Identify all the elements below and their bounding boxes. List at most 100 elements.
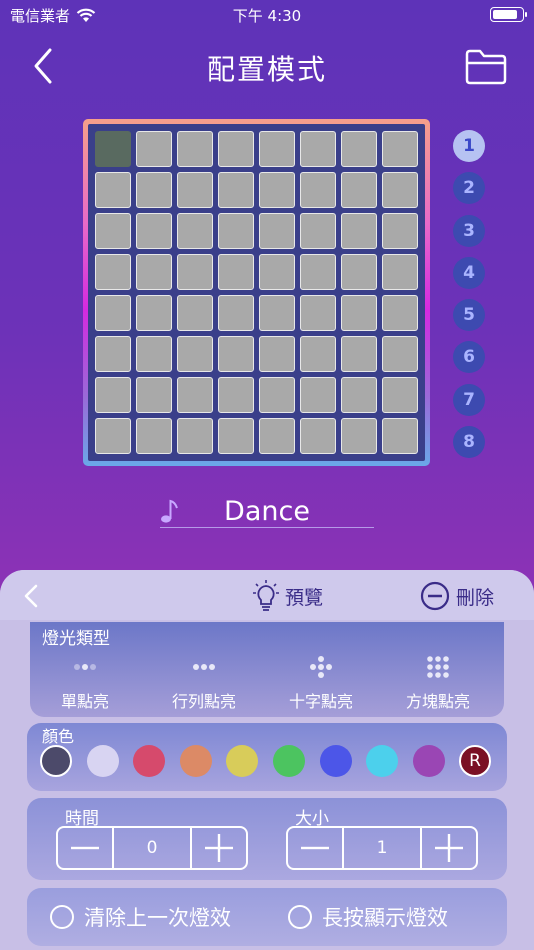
type-cross[interactable]: 十字點亮 (271, 652, 371, 712)
led-cell[interactable] (382, 295, 418, 331)
led-cell[interactable] (95, 418, 131, 454)
random-color-button[interactable]: R (459, 745, 491, 777)
color-title: 顏色 (42, 727, 75, 746)
led-cell[interactable] (177, 254, 213, 290)
page-button-3[interactable]: 3 (453, 214, 485, 247)
led-cell[interactable] (300, 377, 336, 413)
page-button-8[interactable]: 8 (453, 426, 485, 459)
clear-last-option[interactable]: 清除上一次燈效 (50, 902, 231, 932)
radio-button[interactable] (288, 905, 312, 929)
led-cell[interactable] (341, 172, 377, 208)
preview-button[interactable]: 預覽 (253, 580, 323, 612)
led-cell[interactable] (177, 377, 213, 413)
led-cell[interactable] (177, 295, 213, 331)
led-cell[interactable] (382, 131, 418, 167)
led-cell[interactable] (136, 172, 172, 208)
led-cell[interactable] (259, 131, 295, 167)
led-cell[interactable] (382, 213, 418, 249)
color-swatch[interactable] (319, 745, 352, 777)
led-cell[interactable] (136, 213, 172, 249)
led-cell[interactable] (136, 418, 172, 454)
led-cell[interactable] (382, 418, 418, 454)
radio-button[interactable] (50, 905, 74, 929)
type-single[interactable]: 單點亮 (35, 652, 135, 712)
size-minus-button[interactable] (288, 828, 342, 868)
led-cell[interactable] (259, 377, 295, 413)
led-cell[interactable] (177, 172, 213, 208)
led-cell[interactable] (218, 172, 254, 208)
page-button-4[interactable]: 4 (453, 256, 485, 289)
led-cell[interactable] (341, 213, 377, 249)
folder-button[interactable] (464, 46, 508, 86)
led-cell[interactable] (136, 377, 172, 413)
led-cell[interactable] (95, 295, 131, 331)
led-cell[interactable] (300, 172, 336, 208)
led-cell[interactable] (95, 172, 131, 208)
type-row[interactable]: 行列點亮 (154, 652, 254, 712)
color-swatch[interactable] (366, 745, 399, 777)
led-cell[interactable] (341, 336, 377, 372)
led-cell[interactable] (177, 213, 213, 249)
type-square[interactable]: 方塊點亮 (388, 652, 488, 712)
led-cell[interactable] (259, 254, 295, 290)
led-cell[interactable] (136, 295, 172, 331)
color-swatch[interactable] (226, 745, 259, 777)
led-cell[interactable] (382, 172, 418, 208)
led-cell[interactable] (218, 336, 254, 372)
led-cell[interactable] (95, 377, 131, 413)
size-plus-button[interactable] (422, 828, 476, 868)
page-button-5[interactable]: 5 (453, 299, 485, 332)
led-cell[interactable] (95, 131, 131, 167)
led-cell[interactable] (300, 418, 336, 454)
color-swatch[interactable] (179, 745, 212, 777)
led-cell[interactable] (259, 295, 295, 331)
led-cell[interactable] (218, 377, 254, 413)
led-cell[interactable] (95, 213, 131, 249)
color-swatch[interactable] (133, 745, 166, 777)
led-cell[interactable] (382, 336, 418, 372)
panel-back-button[interactable] (20, 582, 44, 610)
led-cell[interactable] (341, 295, 377, 331)
led-cell[interactable] (300, 336, 336, 372)
led-cell[interactable] (95, 254, 131, 290)
color-swatch[interactable] (40, 745, 72, 777)
led-cell[interactable] (382, 254, 418, 290)
led-cell[interactable] (259, 418, 295, 454)
color-swatch[interactable] (412, 745, 445, 777)
led-cell[interactable] (177, 131, 213, 167)
page-button-7[interactable]: 7 (453, 383, 485, 416)
led-cell[interactable] (382, 377, 418, 413)
delete-button[interactable]: 刪除 (420, 580, 494, 612)
led-cell[interactable] (341, 254, 377, 290)
led-cell[interactable] (259, 213, 295, 249)
led-cell[interactable] (341, 418, 377, 454)
led-cell[interactable] (136, 254, 172, 290)
led-cell[interactable] (218, 418, 254, 454)
led-cell[interactable] (177, 418, 213, 454)
led-cell[interactable] (300, 295, 336, 331)
led-cell[interactable] (218, 131, 254, 167)
color-swatch[interactable] (273, 745, 305, 777)
led-cell[interactable] (300, 254, 336, 290)
led-cell[interactable] (259, 172, 295, 208)
page-button-6[interactable]: 6 (453, 341, 485, 374)
time-plus-button[interactable] (192, 828, 246, 868)
song-field[interactable]: Dance (160, 494, 374, 528)
long-press-option[interactable]: 長按顯示燈效 (288, 902, 448, 932)
led-cell[interactable] (136, 336, 172, 372)
led-cell[interactable] (136, 131, 172, 167)
led-cell[interactable] (177, 336, 213, 372)
led-cell[interactable] (95, 336, 131, 372)
page-button-2[interactable]: 2 (453, 172, 485, 205)
led-cell[interactable] (218, 213, 254, 249)
led-cell[interactable] (341, 131, 377, 167)
color-swatch[interactable] (86, 745, 119, 777)
page-button-1[interactable]: 1 (453, 130, 485, 162)
time-minus-button[interactable] (58, 828, 112, 868)
led-cell[interactable] (259, 336, 295, 372)
led-cell[interactable] (300, 213, 336, 249)
led-cell[interactable] (218, 295, 254, 331)
led-cell[interactable] (218, 254, 254, 290)
led-cell[interactable] (300, 131, 336, 167)
led-cell[interactable] (341, 377, 377, 413)
